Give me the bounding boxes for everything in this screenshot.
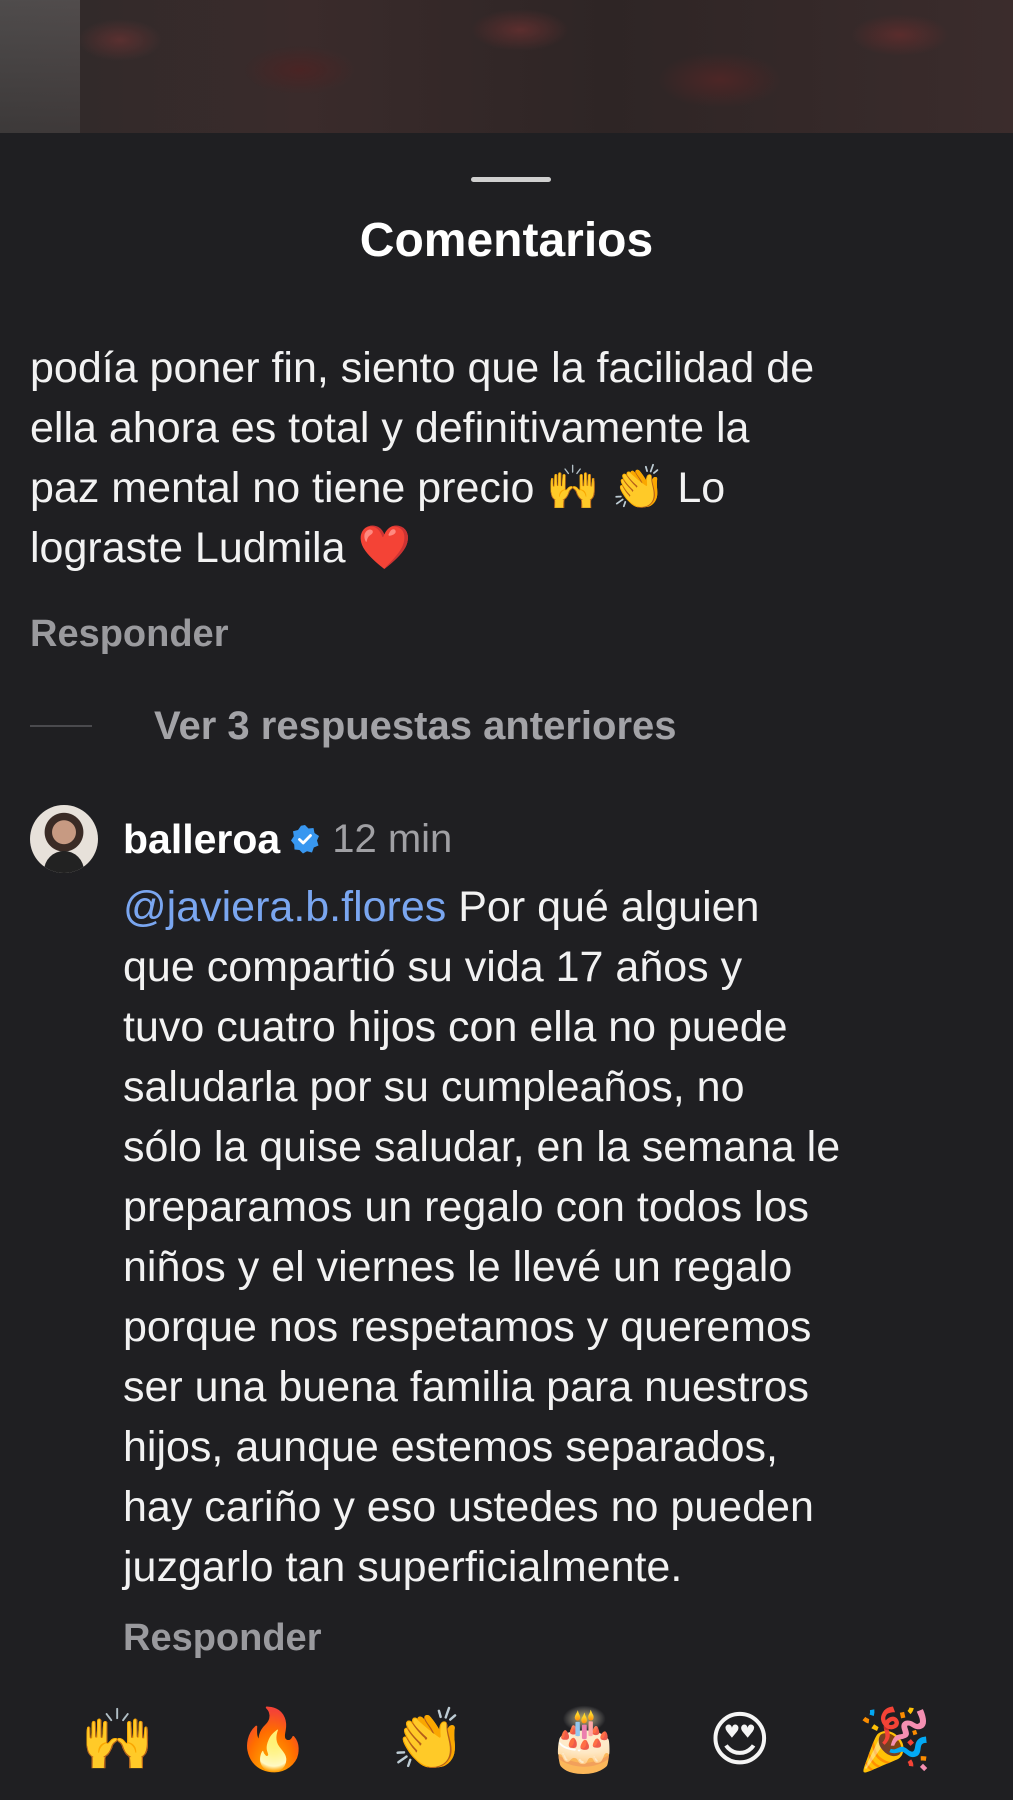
sheet-title: Comentarios bbox=[359, 214, 654, 267]
comment-line: tuvo cuatro hijos con ella no puede bbox=[123, 1003, 788, 1051]
reply-text: @javiera.b.flores Por qué alguien que co… bbox=[123, 877, 1003, 1597]
birthday-cake-reaction-button[interactable]: 🎂 bbox=[539, 1700, 629, 1780]
party-popper-reaction-button[interactable]: 🎉 bbox=[850, 1700, 940, 1780]
thread-line bbox=[30, 725, 92, 727]
reply-header: balleroa 12 min bbox=[123, 805, 1003, 873]
comment-line: preparamos un regalo con todos los bbox=[123, 1183, 810, 1231]
comment-line: @javiera.b.flores Por qué alguien bbox=[123, 877, 1003, 937]
comment-text-segment: Por qué alguien bbox=[458, 883, 760, 931]
reply-body: balleroa 12 min @javiera.b.flores Por qu… bbox=[123, 805, 1003, 1660]
comment-timestamp: 12 min bbox=[332, 816, 453, 861]
comment-line: podía poner fin, siento que la facilidad… bbox=[30, 344, 815, 392]
comment-line: juzgarlo tan superficialmente. bbox=[123, 1543, 683, 1591]
clap-reaction-button[interactable]: 👏 bbox=[384, 1700, 474, 1780]
comment-line: sólo la quise saludar, en la semana le bbox=[123, 1123, 841, 1171]
comment-text-segment: Lo bbox=[677, 464, 726, 512]
heart-eyes-reaction-button[interactable]: 😍 bbox=[695, 1700, 785, 1780]
raised-hands-emoji: 🙌 bbox=[546, 463, 600, 513]
heart-emoji: ❤️ bbox=[357, 523, 412, 573]
comment-line: ser una buena familia para nuestros bbox=[123, 1363, 810, 1411]
raised-hands-reaction-button[interactable]: 🙌 bbox=[73, 1700, 163, 1780]
comment-text-segment: paz mental no tiene precio bbox=[30, 464, 535, 512]
view-previous-replies-button[interactable]: Ver 3 respuestas anteriores bbox=[30, 698, 677, 754]
previous-comment-text: podía poner fin, siento que la facilidad… bbox=[30, 338, 990, 578]
comment-text-segment: lograste Ludmila bbox=[30, 524, 346, 572]
comments-sheet: Comentarios podía poner fin, siento que … bbox=[0, 133, 1013, 1800]
reply-button[interactable]: Responder bbox=[123, 1617, 1003, 1660]
comment-line: hay cariño y eso ustedes no pueden bbox=[123, 1483, 814, 1531]
fire-reaction-button[interactable]: 🔥 bbox=[228, 1700, 318, 1780]
background-photo[interactable] bbox=[0, 0, 1013, 133]
username-link[interactable]: balleroa bbox=[123, 816, 280, 863]
quick-reaction-bar: 🙌 🔥 👏 🎂 😍 🎉 bbox=[0, 1680, 1013, 1800]
reply-button[interactable]: Responder bbox=[30, 613, 228, 656]
comment-line: hijos, aunque estemos separados, bbox=[123, 1423, 778, 1471]
mention-link[interactable]: @javiera.b.flores bbox=[123, 883, 446, 931]
comment-line: ella ahora es total y definitivamente la bbox=[30, 404, 750, 452]
page: Comentarios podía poner fin, siento que … bbox=[0, 0, 1013, 1800]
comment-line: que compartió su vida 17 años y bbox=[123, 943, 743, 991]
clap-emoji: 👏 bbox=[611, 463, 666, 513]
view-replies-label: Ver 3 respuestas anteriores bbox=[154, 703, 677, 748]
comment-line: porque nos respetamos y queremos bbox=[123, 1303, 812, 1351]
comment-line: niños y el viernes le llevé un regalo bbox=[123, 1243, 793, 1291]
comment-line: lograste Ludmila ❤️ bbox=[30, 518, 990, 578]
comment-line: paz mental no tiene precio 🙌 👏 Lo bbox=[30, 458, 990, 518]
sheet-drag-handle[interactable] bbox=[471, 177, 551, 182]
comment-line: saludarla por su cumpleaños, no bbox=[123, 1063, 745, 1111]
verified-badge-icon bbox=[290, 824, 320, 854]
avatar[interactable] bbox=[30, 805, 98, 873]
